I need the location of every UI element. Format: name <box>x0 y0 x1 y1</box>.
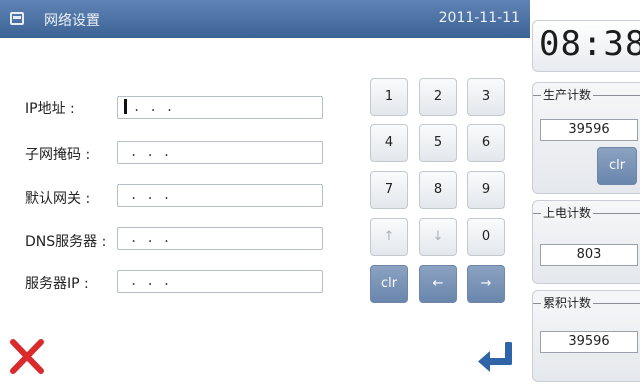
dns-server-value: . . . <box>130 231 172 245</box>
key-left-arrow[interactable]: ← <box>419 265 457 303</box>
default-gateway-value: . . . <box>130 188 172 202</box>
key-9[interactable]: 9 <box>467 171 505 209</box>
production-count-group: 生产计数 39596 clr <box>532 82 640 194</box>
page-title: 网络设置 <box>44 13 100 29</box>
key-0[interactable]: 0 <box>467 218 505 256</box>
power-on-count-group: 上电计数 803 <box>532 200 640 284</box>
dns-server-input[interactable]: . . . <box>117 227 323 250</box>
key-3[interactable]: 3 <box>467 78 505 116</box>
default-gateway-label: 默认网关 : <box>25 191 91 207</box>
close-x-icon <box>10 339 44 374</box>
text-caret <box>124 99 127 114</box>
ip-address-label: IP地址 : <box>25 101 75 117</box>
subnet-mask-label: 子网掩码 : <box>25 147 91 163</box>
server-ip-label: 服务器IP : <box>25 276 89 292</box>
subnet-mask-input[interactable]: . . . <box>117 141 323 164</box>
server-ip-input[interactable]: . . . <box>117 270 323 293</box>
cumulative-count-value: 39596 <box>540 331 638 353</box>
key-right-arrow[interactable]: → <box>467 265 505 303</box>
ip-address-input[interactable]: . . . <box>117 96 323 119</box>
clock-box: 08:38 <box>532 20 640 72</box>
key-4[interactable]: 4 <box>370 124 408 162</box>
enter-button[interactable] <box>475 338 517 376</box>
title-bar: 网络设置 2011-11-11 <box>0 0 530 38</box>
enter-return-icon <box>478 342 512 372</box>
default-gateway-input[interactable]: . . . <box>117 184 323 207</box>
screen-icon <box>10 12 24 25</box>
key-8[interactable]: 8 <box>419 171 457 209</box>
key-5[interactable]: 5 <box>419 124 457 162</box>
key-1[interactable]: 1 <box>370 78 408 116</box>
key-clear[interactable]: clr <box>370 265 408 303</box>
power-on-count-value: 803 <box>540 244 638 266</box>
production-count-value: 39596 <box>540 119 638 141</box>
cumulative-count-group: 累积计数 39596 <box>532 290 640 382</box>
cancel-button[interactable] <box>10 337 44 375</box>
date-display: 2011-11-11 <box>438 10 520 26</box>
clock-display: 08:38 <box>539 24 640 64</box>
key-7[interactable]: 7 <box>370 171 408 209</box>
dns-server-label: DNS服务器 : <box>25 234 107 250</box>
subnet-mask-value: . . . <box>130 145 172 159</box>
cumulative-count-title: 累积计数 <box>541 294 594 311</box>
clear-production-button[interactable]: clr <box>597 147 637 185</box>
key-6[interactable]: 6 <box>467 124 505 162</box>
counter-side-panel: 08:38 生产计数 39596 clr 上电计数 803 累积计数 39596 <box>530 0 640 385</box>
key-2[interactable]: 2 <box>419 78 457 116</box>
power-on-count-title: 上电计数 <box>541 204 594 221</box>
network-settings-panel: 网络设置 2011-11-11 IP地址 : . . . 子网掩码 : . . … <box>0 0 530 385</box>
production-count-title: 生产计数 <box>541 86 594 103</box>
server-ip-value: . . . <box>130 274 172 288</box>
key-up-arrow[interactable]: ↑ <box>370 218 408 256</box>
key-down-arrow[interactable]: ↓ <box>419 218 457 256</box>
ip-address-value: . . . <box>133 100 175 114</box>
